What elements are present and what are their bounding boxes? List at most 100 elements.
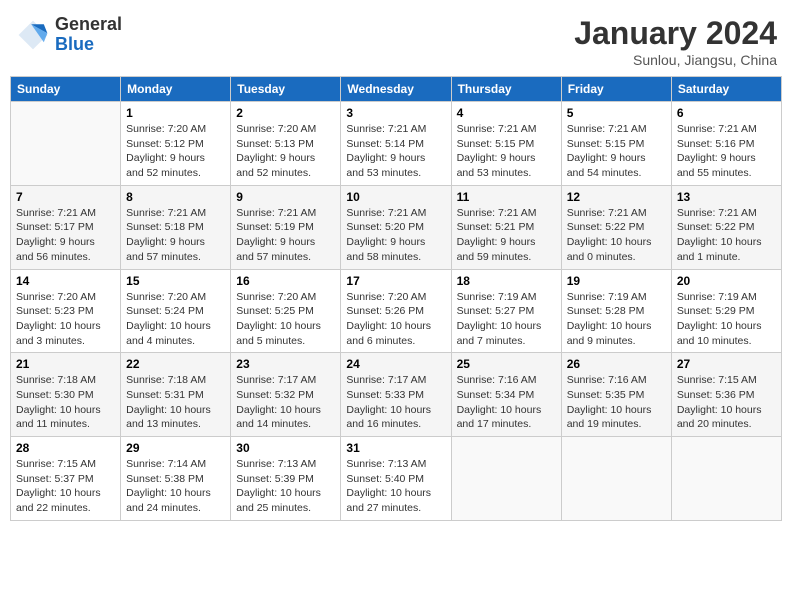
- day-number: 7: [16, 190, 115, 204]
- day-info: Sunrise: 7:21 AM Sunset: 5:16 PM Dayligh…: [677, 122, 776, 181]
- logo-blue: Blue: [55, 35, 122, 55]
- day-number: 19: [567, 274, 666, 288]
- calendar-header-row: SundayMondayTuesdayWednesdayThursdayFrid…: [11, 77, 782, 102]
- calendar-cell: 18 Sunrise: 7:19 AM Sunset: 5:27 PM Dayli…: [451, 269, 561, 353]
- calendar-cell: 23 Sunrise: 7:17 AM Sunset: 5:32 PM Dayli…: [231, 353, 341, 437]
- logo-icon: [15, 17, 51, 53]
- day-number: 8: [126, 190, 225, 204]
- day-info: Sunrise: 7:21 AM Sunset: 5:20 PM Dayligh…: [346, 206, 445, 265]
- day-number: 15: [126, 274, 225, 288]
- day-info: Sunrise: 7:15 AM Sunset: 5:37 PM Dayligh…: [16, 457, 115, 516]
- day-number: 28: [16, 441, 115, 455]
- day-info: Sunrise: 7:15 AM Sunset: 5:36 PM Dayligh…: [677, 373, 776, 432]
- day-info: Sunrise: 7:20 AM Sunset: 5:23 PM Dayligh…: [16, 290, 115, 349]
- day-number: 12: [567, 190, 666, 204]
- day-number: 24: [346, 357, 445, 371]
- day-number: 11: [457, 190, 556, 204]
- calendar-header-monday: Monday: [121, 77, 231, 102]
- calendar-cell: 10 Sunrise: 7:21 AM Sunset: 5:20 PM Dayli…: [341, 185, 451, 269]
- logo: General Blue: [15, 15, 122, 55]
- day-number: 5: [567, 106, 666, 120]
- day-info: Sunrise: 7:16 AM Sunset: 5:35 PM Dayligh…: [567, 373, 666, 432]
- day-number: 13: [677, 190, 776, 204]
- day-number: 23: [236, 357, 335, 371]
- calendar-cell: 3Sunrise: 7:21 AM Sunset: 5:14 PM Daylig…: [341, 102, 451, 186]
- calendar-cell: 9 Sunrise: 7:21 AM Sunset: 5:19 PM Daylig…: [231, 185, 341, 269]
- calendar-cell: 25 Sunrise: 7:16 AM Sunset: 5:34 PM Dayli…: [451, 353, 561, 437]
- calendar-cell: 11 Sunrise: 7:21 AM Sunset: 5:21 PM Dayli…: [451, 185, 561, 269]
- day-info: Sunrise: 7:17 AM Sunset: 5:32 PM Dayligh…: [236, 373, 335, 432]
- day-info: Sunrise: 7:20 AM Sunset: 5:26 PM Dayligh…: [346, 290, 445, 349]
- day-number: 6: [677, 106, 776, 120]
- calendar-header-tuesday: Tuesday: [231, 77, 341, 102]
- calendar-cell: 24 Sunrise: 7:17 AM Sunset: 5:33 PM Dayli…: [341, 353, 451, 437]
- calendar-cell: [11, 102, 121, 186]
- location: Sunlou, Jiangsu, China: [574, 52, 777, 68]
- calendar-cell: 8Sunrise: 7:21 AM Sunset: 5:18 PM Daylig…: [121, 185, 231, 269]
- calendar-cell: 22Sunrise: 7:18 AM Sunset: 5:31 PM Dayli…: [121, 353, 231, 437]
- day-number: 27: [677, 357, 776, 371]
- day-info: Sunrise: 7:17 AM Sunset: 5:33 PM Dayligh…: [346, 373, 445, 432]
- calendar-cell: 29 Sunrise: 7:14 AM Sunset: 5:38 PM Dayli…: [121, 437, 231, 521]
- day-info: Sunrise: 7:16 AM Sunset: 5:34 PM Dayligh…: [457, 373, 556, 432]
- calendar-cell: 15 Sunrise: 7:20 AM Sunset: 5:24 PM Dayli…: [121, 269, 231, 353]
- calendar-cell: 26 Sunrise: 7:16 AM Sunset: 5:35 PM Dayli…: [561, 353, 671, 437]
- calendar-header-friday: Friday: [561, 77, 671, 102]
- calendar-header-wednesday: Wednesday: [341, 77, 451, 102]
- calendar-cell: 21Sunrise: 7:18 AM Sunset: 5:30 PM Dayli…: [11, 353, 121, 437]
- calendar-week-row: 14Sunrise: 7:20 AM Sunset: 5:23 PM Dayli…: [11, 269, 782, 353]
- day-info: Sunrise: 7:13 AM Sunset: 5:40 PM Dayligh…: [346, 457, 445, 516]
- calendar-cell: 4Sunrise: 7:21 AM Sunset: 5:15 PM Daylig…: [451, 102, 561, 186]
- day-number: 18: [457, 274, 556, 288]
- day-number: 17: [346, 274, 445, 288]
- day-info: Sunrise: 7:19 AM Sunset: 5:27 PM Dayligh…: [457, 290, 556, 349]
- day-info: Sunrise: 7:20 AM Sunset: 5:13 PM Dayligh…: [236, 122, 335, 181]
- day-number: 16: [236, 274, 335, 288]
- day-number: 9: [236, 190, 335, 204]
- day-number: 29: [126, 441, 225, 455]
- day-number: 2: [236, 106, 335, 120]
- day-info: Sunrise: 7:18 AM Sunset: 5:31 PM Dayligh…: [126, 373, 225, 432]
- calendar-week-row: 7 Sunrise: 7:21 AM Sunset: 5:17 PM Daylig…: [11, 185, 782, 269]
- day-info: Sunrise: 7:21 AM Sunset: 5:15 PM Dayligh…: [567, 122, 666, 181]
- day-number: 1: [126, 106, 225, 120]
- day-number: 25: [457, 357, 556, 371]
- calendar-cell: 13 Sunrise: 7:21 AM Sunset: 5:22 PM Dayli…: [671, 185, 781, 269]
- day-info: Sunrise: 7:21 AM Sunset: 5:22 PM Dayligh…: [567, 206, 666, 265]
- calendar-cell: [451, 437, 561, 521]
- calendar-week-row: 1 Sunrise: 7:20 AM Sunset: 5:12 PM Daylig…: [11, 102, 782, 186]
- page-header: General Blue January 2024 Sunlou, Jiangs…: [10, 10, 782, 68]
- calendar-cell: 27 Sunrise: 7:15 AM Sunset: 5:36 PM Dayli…: [671, 353, 781, 437]
- day-number: 10: [346, 190, 445, 204]
- calendar-cell: 16 Sunrise: 7:20 AM Sunset: 5:25 PM Dayli…: [231, 269, 341, 353]
- day-info: Sunrise: 7:20 AM Sunset: 5:25 PM Dayligh…: [236, 290, 335, 349]
- day-info: Sunrise: 7:20 AM Sunset: 5:12 PM Dayligh…: [126, 122, 225, 181]
- calendar-cell: 14Sunrise: 7:20 AM Sunset: 5:23 PM Dayli…: [11, 269, 121, 353]
- day-info: Sunrise: 7:21 AM Sunset: 5:22 PM Dayligh…: [677, 206, 776, 265]
- calendar-cell: 31 Sunrise: 7:13 AM Sunset: 5:40 PM Dayli…: [341, 437, 451, 521]
- calendar-cell: [671, 437, 781, 521]
- day-info: Sunrise: 7:21 AM Sunset: 5:21 PM Dayligh…: [457, 206, 556, 265]
- day-info: Sunrise: 7:14 AM Sunset: 5:38 PM Dayligh…: [126, 457, 225, 516]
- day-info: Sunrise: 7:19 AM Sunset: 5:29 PM Dayligh…: [677, 290, 776, 349]
- day-info: Sunrise: 7:13 AM Sunset: 5:39 PM Dayligh…: [236, 457, 335, 516]
- day-info: Sunrise: 7:19 AM Sunset: 5:28 PM Dayligh…: [567, 290, 666, 349]
- logo-text: General Blue: [55, 15, 122, 55]
- calendar-cell: 7 Sunrise: 7:21 AM Sunset: 5:17 PM Daylig…: [11, 185, 121, 269]
- calendar-week-row: 28 Sunrise: 7:15 AM Sunset: 5:37 PM Dayli…: [11, 437, 782, 521]
- calendar-cell: 6 Sunrise: 7:21 AM Sunset: 5:16 PM Daylig…: [671, 102, 781, 186]
- day-info: Sunrise: 7:21 AM Sunset: 5:17 PM Dayligh…: [16, 206, 115, 265]
- title-block: January 2024 Sunlou, Jiangsu, China: [574, 15, 777, 68]
- logo-general: General: [55, 15, 122, 35]
- calendar-cell: 17 Sunrise: 7:20 AM Sunset: 5:26 PM Dayli…: [341, 269, 451, 353]
- day-info: Sunrise: 7:21 AM Sunset: 5:19 PM Dayligh…: [236, 206, 335, 265]
- day-number: 20: [677, 274, 776, 288]
- day-number: 26: [567, 357, 666, 371]
- day-info: Sunrise: 7:20 AM Sunset: 5:24 PM Dayligh…: [126, 290, 225, 349]
- calendar-header-thursday: Thursday: [451, 77, 561, 102]
- day-info: Sunrise: 7:21 AM Sunset: 5:14 PM Dayligh…: [346, 122, 445, 181]
- day-number: 31: [346, 441, 445, 455]
- day-number: 30: [236, 441, 335, 455]
- calendar-cell: 1 Sunrise: 7:20 AM Sunset: 5:12 PM Daylig…: [121, 102, 231, 186]
- calendar-cell: 2 Sunrise: 7:20 AM Sunset: 5:13 PM Daylig…: [231, 102, 341, 186]
